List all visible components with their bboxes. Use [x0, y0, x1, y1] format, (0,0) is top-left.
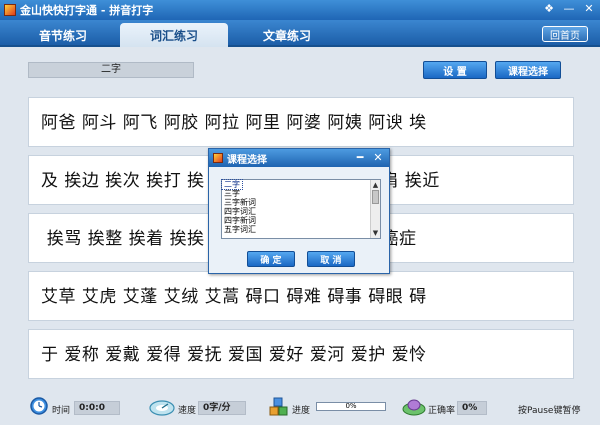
dialog-ok-button[interactable]: 确 定: [247, 251, 295, 267]
tab-vocabulary-practice[interactable]: 词汇练习: [120, 23, 228, 47]
course-option[interactable]: 三字: [222, 189, 380, 198]
skin-icon[interactable]: ❖: [542, 2, 556, 16]
dialog-close-button[interactable]: ✕: [371, 151, 385, 165]
title-bar: 金山快快打字通 - 拼音打字 ❖ — ✕: [0, 0, 600, 20]
course-option[interactable]: 三字新词: [222, 198, 380, 207]
course-option[interactable]: 五字词汇: [222, 225, 380, 234]
progress-blocks-icon: [269, 397, 288, 416]
app-logo-icon: [213, 153, 223, 163]
progress-bar: 0%: [316, 402, 386, 411]
scroll-down-icon[interactable]: ▼: [371, 228, 380, 238]
course-select-dialog: 课程选择 ━ ✕ 二字 三字 三字新词 四字词汇 四字新词 五字词汇 ▲ ▼ 确…: [208, 148, 390, 274]
time-value: 0:0:0: [74, 401, 120, 415]
dialog-title-bar[interactable]: 课程选择 ━ ✕: [209, 149, 389, 167]
home-button[interactable]: 回首页: [542, 26, 588, 42]
dialog-cancel-button[interactable]: 取 消: [307, 251, 355, 267]
course-select-button[interactable]: 课程选择: [495, 61, 561, 79]
practice-row-text: 于 爱称 爱戴 爱得 爱抚 爱国 爱好 爱河 爱护 爱怜: [41, 345, 427, 365]
course-option[interactable]: 二字: [221, 179, 243, 190]
course-listbox[interactable]: 二字 三字 三字新词 四字词汇 四字新词 五字词汇 ▲ ▼: [221, 179, 381, 239]
tab-article-practice[interactable]: 文章练习: [244, 23, 330, 47]
app-logo-icon: [4, 4, 16, 16]
accuracy-icon: [402, 399, 426, 416]
accuracy-label: 正确率: [428, 406, 456, 416]
listbox-scrollbar[interactable]: ▲ ▼: [370, 180, 380, 238]
speed-value: 0字/分: [198, 401, 246, 415]
speed-label: 速度: [178, 406, 197, 416]
window-controls: ❖ — ✕: [542, 2, 596, 16]
practice-row[interactable]: 于 爱称 爱戴 爱得 爱抚 爱国 爱好 爱河 爱护 爱怜: [28, 329, 574, 379]
pause-hint: 按Pause键暂停: [518, 406, 581, 416]
scroll-up-icon[interactable]: ▲: [371, 180, 380, 190]
practice-row[interactable]: 阿爸 阿斗 阿飞 阿胶 阿拉 阿里 阿婆 阿姨 阿谀 埃: [28, 97, 574, 147]
settings-button[interactable]: 设 置: [423, 61, 487, 79]
tab-syllable-practice[interactable]: 音节练习: [20, 23, 106, 47]
close-button[interactable]: ✕: [582, 2, 596, 16]
tab-bar: 音节练习 词汇练习 文章练习 回首页: [0, 20, 600, 47]
window-title: 金山快快打字通 - 拼音打字: [20, 4, 154, 17]
time-label: 时间: [52, 406, 71, 416]
scroll-thumb[interactable]: [372, 190, 379, 204]
progress-label: 进度: [292, 406, 311, 416]
practice-row-text: 阿爸 阿斗 阿飞 阿胶 阿拉 阿里 阿婆 阿姨 阿谀 埃: [41, 113, 427, 133]
practice-row-text: 艾草 艾虎 艾蓬 艾绒 艾蒿 碍口 碍难 碍事 碍眼 碍: [41, 287, 427, 307]
progress-value: 0%: [345, 402, 357, 410]
dialog-minimize-button[interactable]: ━: [353, 151, 367, 165]
speedometer-icon: [149, 400, 175, 416]
course-option[interactable]: 四字词汇: [222, 207, 380, 216]
current-lesson-field: 二字: [28, 62, 194, 78]
status-bar: 时间 0:0:0 速度 0字/分 进度 正确率 0% 按Pause键暂停: [0, 390, 600, 425]
course-option[interactable]: 四字新词: [222, 216, 380, 225]
dialog-title: 课程选择: [227, 154, 267, 166]
minimize-button[interactable]: —: [562, 2, 576, 16]
clock-icon: [30, 397, 48, 415]
accuracy-value: 0%: [457, 401, 487, 415]
practice-row[interactable]: 艾草 艾虎 艾蓬 艾绒 艾蒿 碍口 碍难 碍事 碍眼 碍: [28, 271, 574, 321]
